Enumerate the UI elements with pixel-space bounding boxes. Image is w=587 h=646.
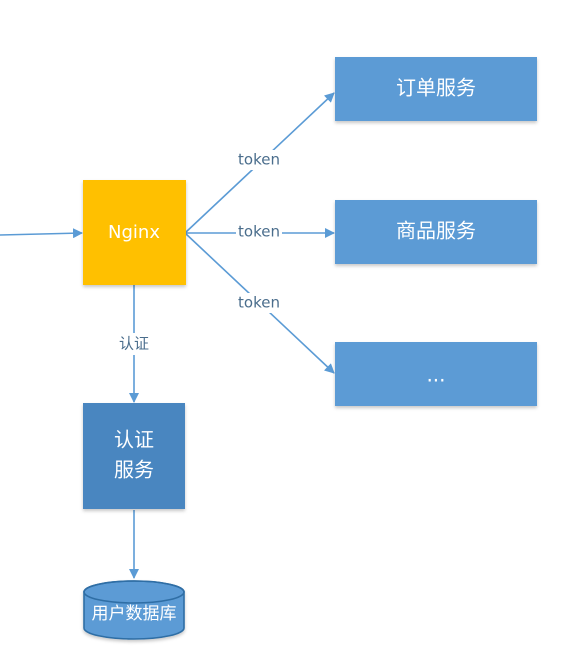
auth-service-label-line1: 认证 [114,428,154,452]
auth-service-label-line2: 服务 [114,458,154,482]
auth-service-node: 认证 服务 [83,403,185,509]
product-service-node: 商品服务 [335,200,537,264]
edge-label-token-more: token [236,293,282,313]
more-services-node: ... [335,342,537,406]
nginx-node: Nginx [83,180,186,285]
more-services-label: ... [426,363,445,387]
order-service-node: 订单服务 [335,57,537,121]
edge-label-token-order: token [236,150,282,170]
incoming-edge [0,228,83,239]
product-service-label: 商品服务 [396,219,476,243]
user-database-label: 用户数据库 [92,604,177,624]
edge-label-token-order-text: token [238,151,280,169]
nginx-label: Nginx [108,222,160,243]
edge-label-token-product: token [236,222,282,242]
architecture-diagram: token token token 认证 Nginx 订单服务 商品服务 ...… [0,57,537,640]
edge-label-token-product-text: token [238,223,280,241]
order-service-label: 订单服务 [396,76,476,100]
edge-label-auth-text: 认证 [119,335,149,353]
user-database-node: 用户数据库 [83,580,185,640]
auth-service-box [83,403,185,509]
edge-label-auth: 认证 [112,333,156,355]
edge-label-token-more-text: token [238,294,280,312]
